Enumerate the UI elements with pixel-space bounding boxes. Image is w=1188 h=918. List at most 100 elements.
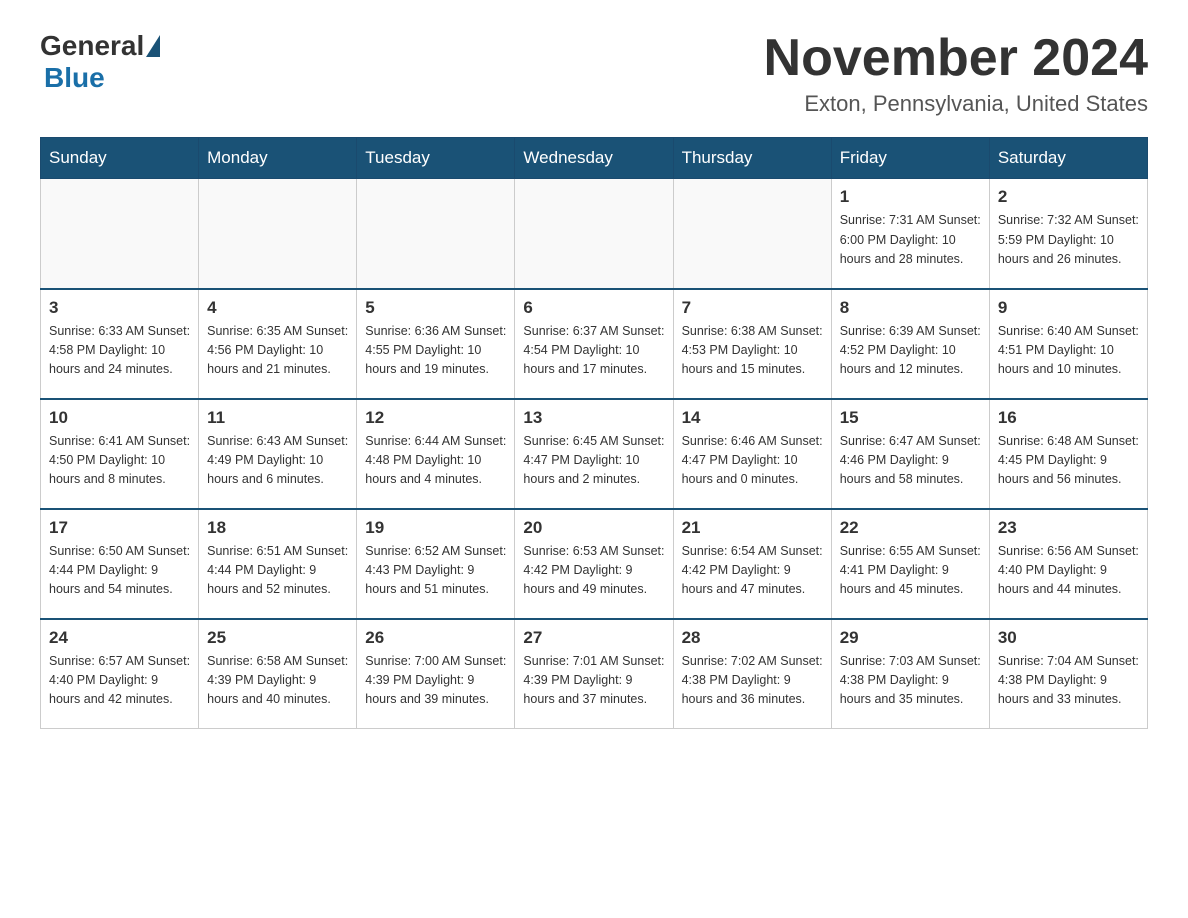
day-info: Sunrise: 7:00 AM Sunset: 4:39 PM Dayligh… (365, 652, 506, 710)
table-row: 25Sunrise: 6:58 AM Sunset: 4:39 PM Dayli… (199, 619, 357, 729)
table-row: 16Sunrise: 6:48 AM Sunset: 4:45 PM Dayli… (989, 399, 1147, 509)
day-number: 22 (840, 518, 981, 538)
day-number: 7 (682, 298, 823, 318)
calendar-week-row: 24Sunrise: 6:57 AM Sunset: 4:40 PM Dayli… (41, 619, 1148, 729)
day-info: Sunrise: 6:58 AM Sunset: 4:39 PM Dayligh… (207, 652, 348, 710)
table-row: 15 Sunrise: 6:47 AM Sunset: 4:46 PM Dayli… (831, 399, 989, 509)
table-row: 26 Sunrise: 7:00 AM Sunset: 4:39 PM Dayli… (357, 619, 515, 729)
weekday-header-row: Sunday Monday Tuesday Wednesday Thursday… (41, 138, 1148, 179)
day-info: Sunrise: 7:04 AM Sunset: 4:38 PM Dayligh… (998, 652, 1139, 710)
day-info: Sunrise: 6:45 AM Sunset: 4:47 PM Dayligh… (523, 432, 664, 490)
calendar-week-row: 3 Sunrise: 6:33 AM Sunset: 4:58 PM Daylig… (41, 289, 1148, 399)
day-info: Sunrise: 6:51 AM Sunset: 4:44 PM Dayligh… (207, 542, 348, 600)
day-number: 12 (365, 408, 506, 428)
day-info: Sunrise: 6:50 AM Sunset: 4:44 PM Dayligh… (49, 542, 190, 600)
day-info: Sunrise: 7:32 AM Sunset: 5:59 PM Dayligh… (998, 211, 1139, 269)
day-number: 9 (998, 298, 1139, 318)
day-info: Sunrise: 6:38 AM Sunset: 4:53 PM Dayligh… (682, 322, 823, 380)
header-saturday: Saturday (989, 138, 1147, 179)
day-info: Sunrise: 6:44 AM Sunset: 4:48 PM Dayligh… (365, 432, 506, 490)
table-row: 14 Sunrise: 6:46 AM Sunset: 4:47 PM Dayli… (673, 399, 831, 509)
header: General Blue November 2024 Exton, Pennsy… (40, 30, 1148, 117)
day-number: 28 (682, 628, 823, 648)
table-row: 23 Sunrise: 6:56 AM Sunset: 4:40 PM Dayli… (989, 509, 1147, 619)
table-row (357, 179, 515, 289)
table-row: 6Sunrise: 6:37 AM Sunset: 4:54 PM Daylig… (515, 289, 673, 399)
day-number: 10 (49, 408, 190, 428)
day-number: 4 (207, 298, 348, 318)
day-info: Sunrise: 7:31 AM Sunset: 6:00 PM Dayligh… (840, 211, 981, 269)
table-row: 7 Sunrise: 6:38 AM Sunset: 4:53 PM Daylig… (673, 289, 831, 399)
day-number: 15 (840, 408, 981, 428)
logo: General (40, 30, 162, 62)
table-row (199, 179, 357, 289)
table-row: 9 Sunrise: 6:40 AM Sunset: 4:51 PM Daylig… (989, 289, 1147, 399)
day-info: Sunrise: 6:46 AM Sunset: 4:47 PM Dayligh… (682, 432, 823, 490)
table-row: 4 Sunrise: 6:35 AM Sunset: 4:56 PM Daylig… (199, 289, 357, 399)
month-title: November 2024 (764, 30, 1148, 87)
day-number: 23 (998, 518, 1139, 538)
day-number: 13 (523, 408, 664, 428)
day-info: Sunrise: 6:47 AM Sunset: 4:46 PM Dayligh… (840, 432, 981, 490)
day-info: Sunrise: 6:43 AM Sunset: 4:49 PM Dayligh… (207, 432, 348, 490)
day-number: 20 (523, 518, 664, 538)
table-row: 27Sunrise: 7:01 AM Sunset: 4:39 PM Dayli… (515, 619, 673, 729)
table-row: 28 Sunrise: 7:02 AM Sunset: 4:38 PM Dayli… (673, 619, 831, 729)
table-row: 29 Sunrise: 7:03 AM Sunset: 4:38 PM Dayli… (831, 619, 989, 729)
day-info: Sunrise: 6:41 AM Sunset: 4:50 PM Dayligh… (49, 432, 190, 490)
day-info: Sunrise: 7:02 AM Sunset: 4:38 PM Dayligh… (682, 652, 823, 710)
table-row: 22 Sunrise: 6:55 AM Sunset: 4:41 PM Dayli… (831, 509, 989, 619)
day-info: Sunrise: 6:40 AM Sunset: 4:51 PM Dayligh… (998, 322, 1139, 380)
day-info: Sunrise: 7:01 AM Sunset: 4:39 PM Dayligh… (523, 652, 664, 710)
header-tuesday: Tuesday (357, 138, 515, 179)
day-number: 17 (49, 518, 190, 538)
day-info: Sunrise: 6:52 AM Sunset: 4:43 PM Dayligh… (365, 542, 506, 600)
day-info: Sunrise: 6:33 AM Sunset: 4:58 PM Dayligh… (49, 322, 190, 380)
table-row: 1 Sunrise: 7:31 AM Sunset: 6:00 PM Daylig… (831, 179, 989, 289)
header-wednesday: Wednesday (515, 138, 673, 179)
table-row: 11Sunrise: 6:43 AM Sunset: 4:49 PM Dayli… (199, 399, 357, 509)
calendar-week-row: 10 Sunrise: 6:41 AM Sunset: 4:50 PM Dayli… (41, 399, 1148, 509)
day-number: 19 (365, 518, 506, 538)
day-number: 29 (840, 628, 981, 648)
table-row: 10 Sunrise: 6:41 AM Sunset: 4:50 PM Dayli… (41, 399, 199, 509)
table-row: 24Sunrise: 6:57 AM Sunset: 4:40 PM Dayli… (41, 619, 199, 729)
table-row: 18 Sunrise: 6:51 AM Sunset: 4:44 PM Dayli… (199, 509, 357, 619)
day-info: Sunrise: 6:48 AM Sunset: 4:45 PM Dayligh… (998, 432, 1139, 490)
location-title: Exton, Pennsylvania, United States (764, 91, 1148, 117)
day-number: 14 (682, 408, 823, 428)
calendar-week-row: 17 Sunrise: 6:50 AM Sunset: 4:44 PM Dayli… (41, 509, 1148, 619)
day-info: Sunrise: 6:39 AM Sunset: 4:52 PM Dayligh… (840, 322, 981, 380)
logo-general-text: General (40, 30, 144, 62)
day-number: 6 (523, 298, 664, 318)
day-info: Sunrise: 6:56 AM Sunset: 4:40 PM Dayligh… (998, 542, 1139, 600)
table-row: 21Sunrise: 6:54 AM Sunset: 4:42 PM Dayli… (673, 509, 831, 619)
day-number: 26 (365, 628, 506, 648)
header-friday: Friday (831, 138, 989, 179)
title-area: November 2024 Exton, Pennsylvania, Unite… (764, 30, 1148, 117)
logo-area: General Blue (40, 30, 162, 94)
day-info: Sunrise: 6:54 AM Sunset: 4:42 PM Dayligh… (682, 542, 823, 600)
day-number: 3 (49, 298, 190, 318)
day-info: Sunrise: 7:03 AM Sunset: 4:38 PM Dayligh… (840, 652, 981, 710)
header-sunday: Sunday (41, 138, 199, 179)
table-row: 5Sunrise: 6:36 AM Sunset: 4:55 PM Daylig… (357, 289, 515, 399)
table-row: 3 Sunrise: 6:33 AM Sunset: 4:58 PM Daylig… (41, 289, 199, 399)
day-info: Sunrise: 6:53 AM Sunset: 4:42 PM Dayligh… (523, 542, 664, 600)
day-number: 2 (998, 187, 1139, 207)
day-number: 8 (840, 298, 981, 318)
logo-triangle-icon (146, 35, 160, 57)
table-row: 17 Sunrise: 6:50 AM Sunset: 4:44 PM Dayli… (41, 509, 199, 619)
table-row: 13 Sunrise: 6:45 AM Sunset: 4:47 PM Dayli… (515, 399, 673, 509)
day-number: 18 (207, 518, 348, 538)
table-row (673, 179, 831, 289)
day-info: Sunrise: 6:55 AM Sunset: 4:41 PM Dayligh… (840, 542, 981, 600)
calendar-table: Sunday Monday Tuesday Wednesday Thursday… (40, 137, 1148, 729)
table-row: 19 Sunrise: 6:52 AM Sunset: 4:43 PM Dayli… (357, 509, 515, 619)
day-info: Sunrise: 6:35 AM Sunset: 4:56 PM Dayligh… (207, 322, 348, 380)
day-number: 1 (840, 187, 981, 207)
logo-blue-text: Blue (44, 62, 105, 93)
table-row: 12 Sunrise: 6:44 AM Sunset: 4:48 PM Dayli… (357, 399, 515, 509)
table-row: 2 Sunrise: 7:32 AM Sunset: 5:59 PM Daylig… (989, 179, 1147, 289)
header-thursday: Thursday (673, 138, 831, 179)
